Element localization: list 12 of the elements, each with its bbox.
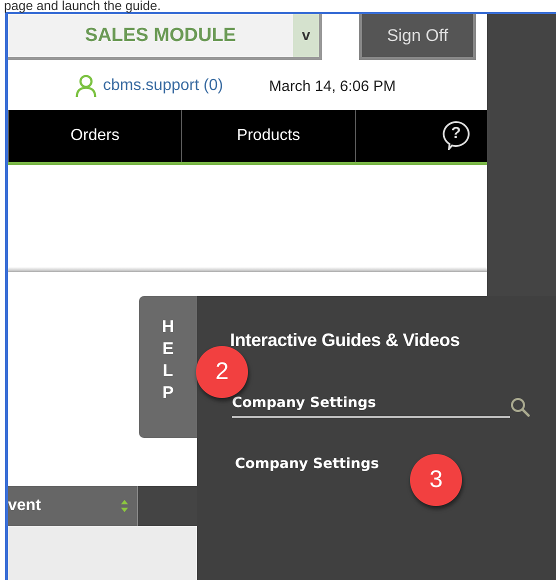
help-tab[interactable]: HELP [139,296,197,438]
search-field[interactable]: Company Settings [232,395,510,418]
sign-off-button[interactable]: Sign Off [359,14,476,60]
nav-tab[interactable]: Orders [8,110,182,162]
guide-result[interactable]: Company Settings [235,456,379,472]
user-icon [75,74,97,98]
search-icon [510,396,530,416]
date-time: March 14, 6:06 PM [269,78,396,94]
caption-text: page and launch the guide. [3,0,162,12]
user-link[interactable]: cbms.support (0) [103,77,224,95]
module-dropdown[interactable]: SALES MODULE v [8,14,322,60]
column-header[interactable]: vent [8,486,138,526]
